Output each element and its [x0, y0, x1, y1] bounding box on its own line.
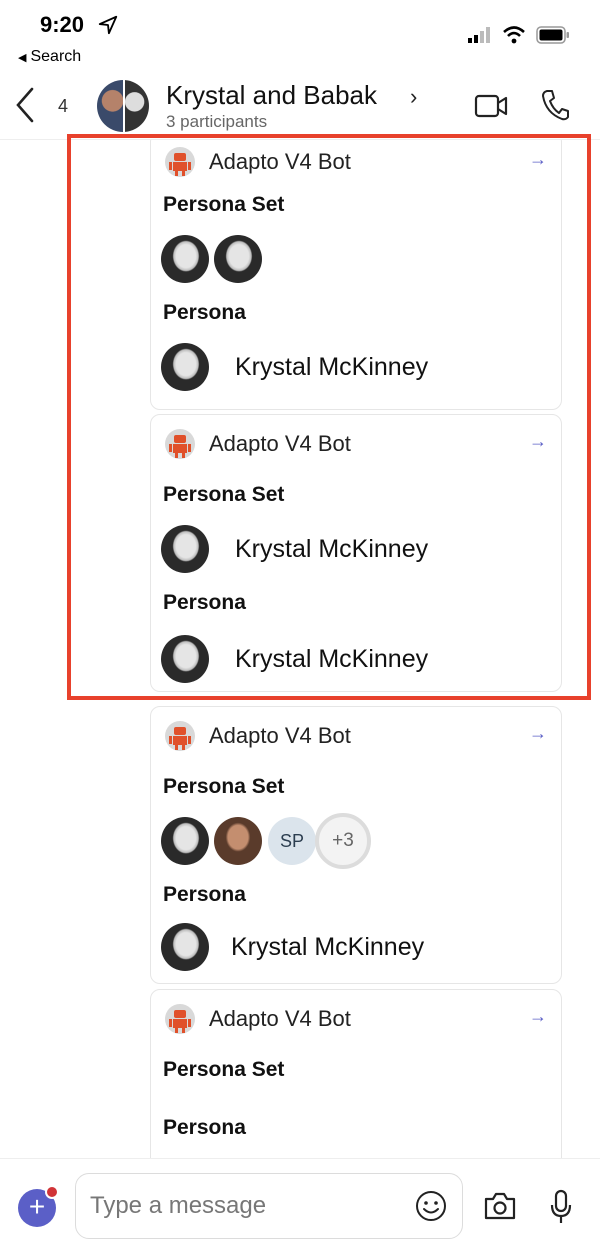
persona-avatar[interactable]: [161, 343, 209, 391]
persona-set-label: Persona Set: [163, 483, 285, 506]
chat-header: 4 Krystal and Babak › 3 participants: [0, 72, 600, 140]
persona-avatar[interactable]: [161, 525, 209, 573]
status-time: 9:20: [40, 12, 85, 37]
participants-count: 3 participants: [166, 112, 268, 131]
notification-dot: [45, 1185, 59, 1199]
arrow-right-icon[interactable]: →: [529, 723, 547, 744]
bot-card[interactable]: Adapto V4 Bot → Persona Set SP +3 Person…: [150, 706, 562, 984]
persona-name: Krystal McKinney: [235, 353, 429, 381]
bot-name: Adapto V4 Bot: [209, 723, 351, 748]
bot-avatar-icon: [165, 1004, 195, 1034]
signal-icon: [468, 27, 490, 43]
status-bar: 9:20 ◀ Search: [0, 0, 600, 72]
back-to-app-link[interactable]: ◀ Search: [18, 48, 81, 66]
persona-avatar[interactable]: [214, 235, 262, 283]
group-avatar[interactable]: [97, 80, 149, 132]
initials-avatar[interactable]: SP: [268, 817, 316, 865]
location-arrow-icon: [98, 15, 118, 35]
message-feed[interactable]: Adapto V4 Bot → Persona Set Persona Krys…: [0, 140, 600, 1158]
avatar-babak: [97, 80, 123, 132]
back-chevron-icon[interactable]: [14, 86, 36, 124]
compose-bar: +: [0, 1158, 600, 1247]
emoji-icon[interactable]: [414, 1189, 448, 1223]
camera-icon[interactable]: [483, 1191, 517, 1221]
persona-avatar[interactable]: [214, 817, 262, 865]
bot-avatar-icon: [165, 721, 195, 751]
bot-card[interactable]: Adapto V4 Bot → Persona Set Persona Krys…: [150, 140, 562, 410]
phone-call-icon[interactable]: [540, 88, 570, 122]
persona-set-name: Krystal McKinney: [235, 535, 429, 563]
card-header: Adapto V4 Bot →: [151, 141, 561, 181]
card-header: Adapto V4 Bot →: [151, 998, 561, 1038]
bot-name: Adapto V4 Bot: [209, 149, 351, 174]
overflow-count-avatar[interactable]: +3: [315, 813, 371, 869]
persona-set-label: Persona Set: [163, 775, 285, 798]
persona-label: Persona: [163, 883, 246, 906]
card-header: Adapto V4 Bot →: [151, 423, 561, 463]
persona-label: Persona: [163, 1116, 246, 1139]
persona-set-label: Persona Set: [163, 193, 285, 216]
card-header: Adapto V4 Bot →: [151, 715, 561, 755]
persona-avatar[interactable]: [161, 635, 209, 683]
bot-avatar-icon: [165, 147, 195, 177]
microphone-icon[interactable]: [549, 1189, 573, 1225]
persona-name: Krystal McKinney: [231, 933, 425, 961]
persona-avatar[interactable]: [161, 817, 209, 865]
back-app-label: Search: [30, 48, 82, 65]
bot-card[interactable]: Adapto V4 Bot → Persona Set Persona: [150, 989, 562, 1158]
chat-title[interactable]: Krystal and Babak: [166, 80, 377, 111]
avatar-krystal: [123, 80, 149, 132]
persona-avatar[interactable]: [161, 235, 209, 283]
arrow-right-icon[interactable]: →: [529, 1006, 547, 1027]
arrow-right-icon[interactable]: →: [529, 431, 547, 452]
wifi-icon: [503, 26, 525, 44]
bot-name: Adapto V4 Bot: [209, 431, 351, 456]
arrow-right-icon[interactable]: →: [529, 149, 547, 170]
message-input[interactable]: [75, 1173, 463, 1239]
chevron-right-icon[interactable]: ›: [410, 84, 417, 110]
persona-set-label: Persona Set: [163, 1058, 285, 1081]
battery-icon: [536, 26, 569, 44]
bot-avatar-icon: [165, 429, 195, 459]
status-icons: [468, 26, 570, 44]
unread-count[interactable]: 4: [58, 96, 68, 117]
persona-label: Persona: [163, 591, 246, 614]
persona-avatar[interactable]: [161, 923, 209, 971]
persona-name: Krystal McKinney: [235, 645, 429, 673]
bot-name: Adapto V4 Bot: [209, 1006, 351, 1031]
video-call-icon[interactable]: [474, 92, 508, 120]
bot-card[interactable]: Adapto V4 Bot → Persona Set Krystal McKi…: [150, 414, 562, 692]
persona-label: Persona: [163, 301, 246, 324]
back-triangle-icon: ◀: [18, 52, 27, 64]
